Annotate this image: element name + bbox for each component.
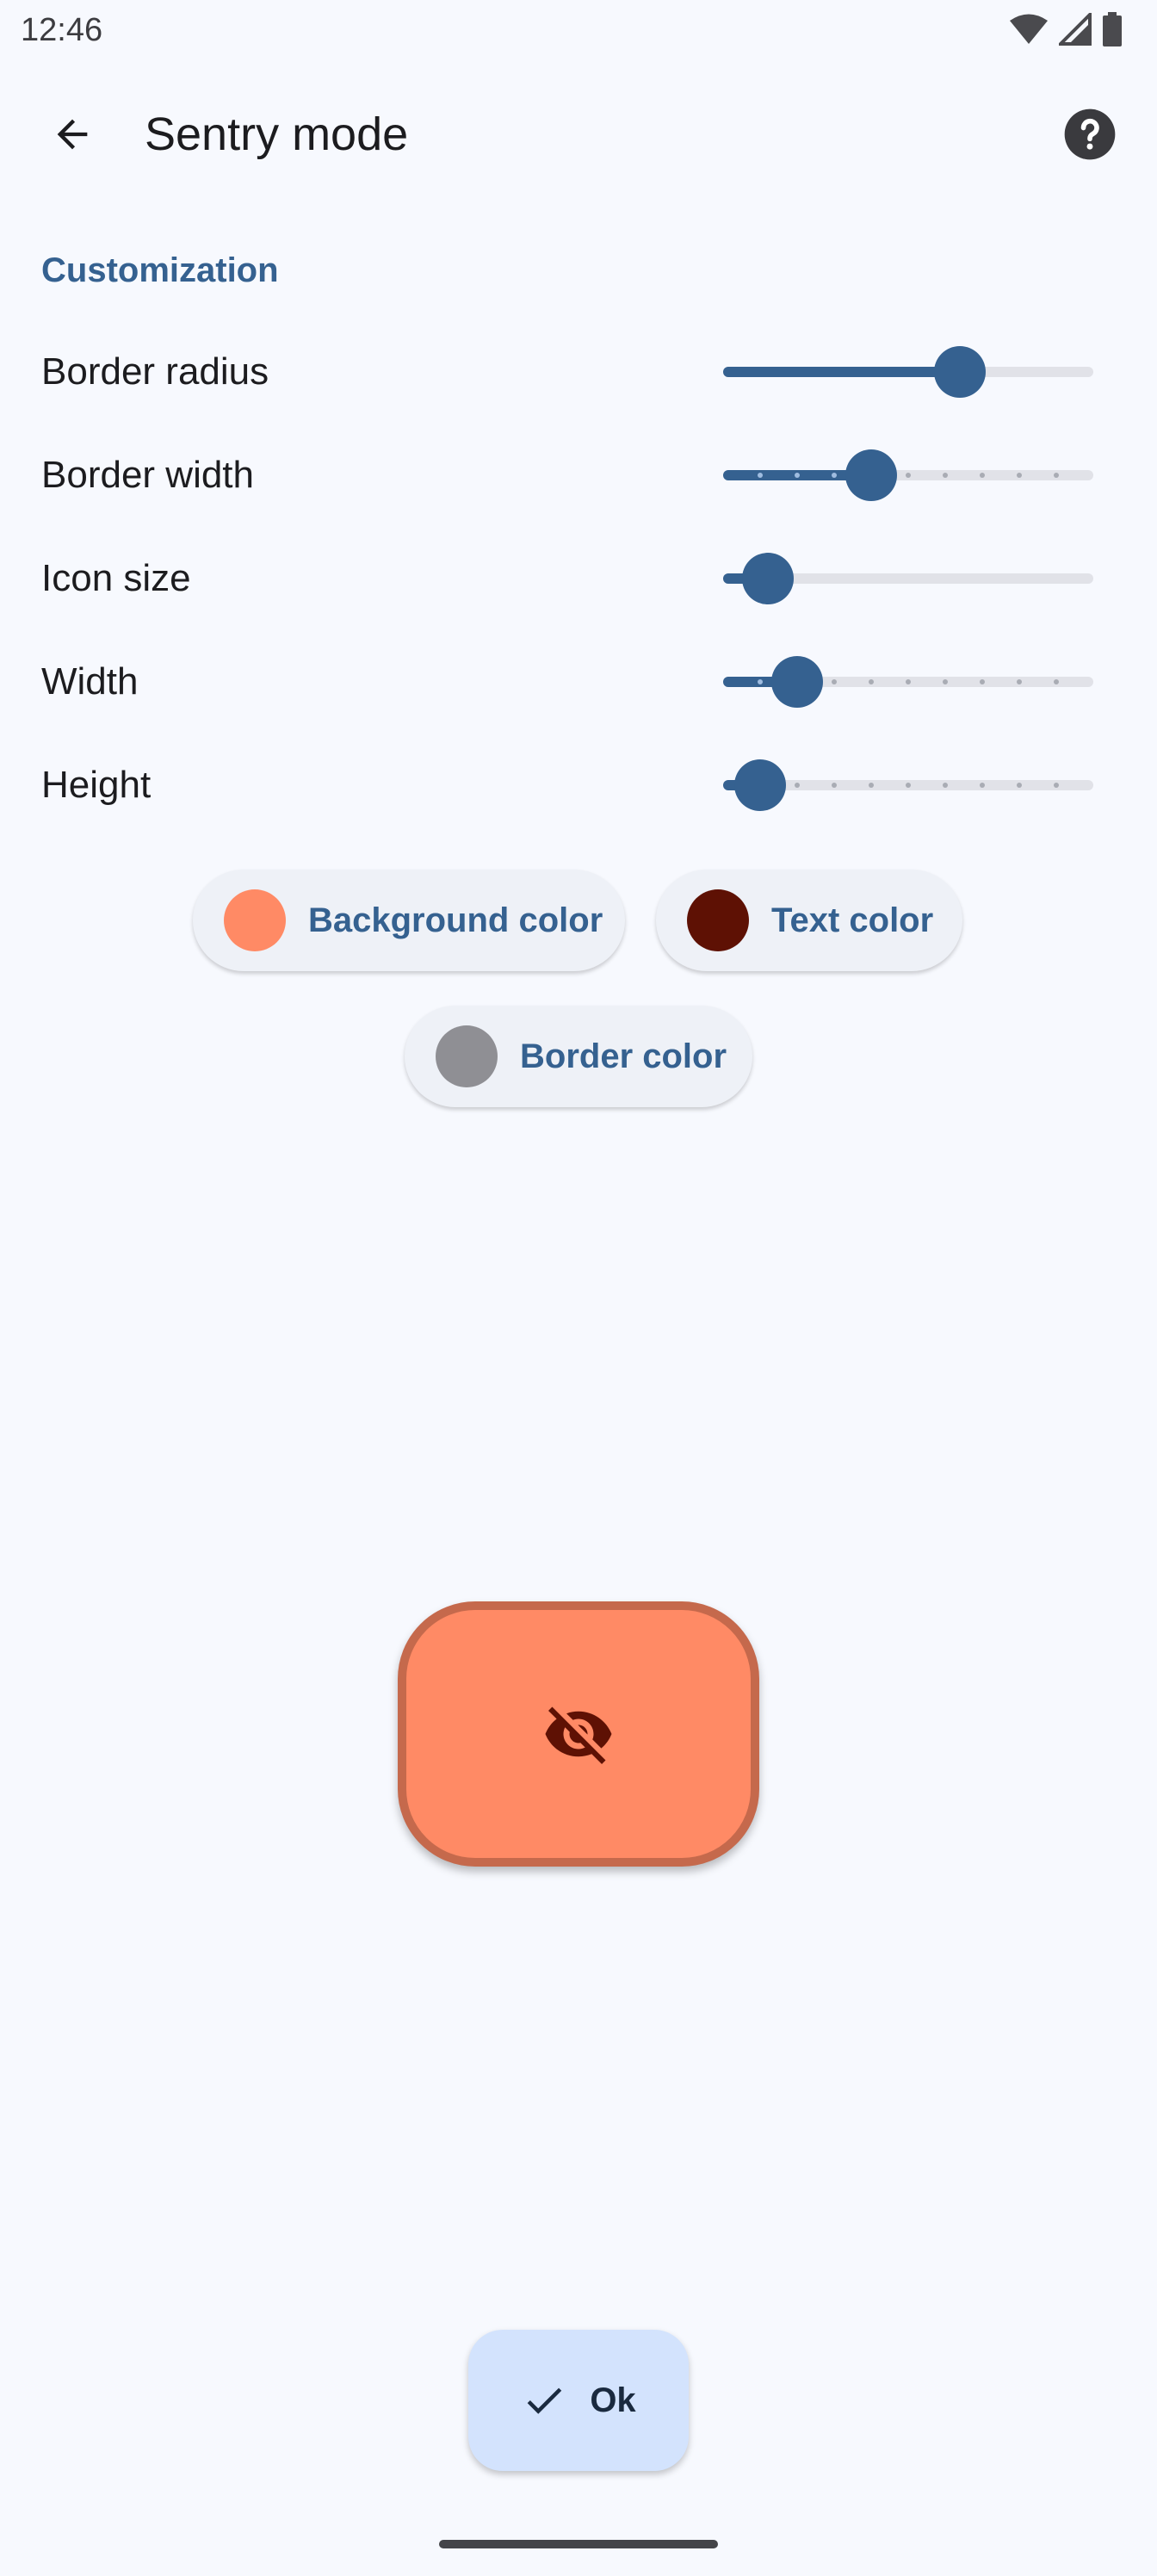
page-title: Sentry mode: [145, 108, 409, 160]
slider-thumb[interactable]: [845, 449, 897, 501]
slider-tick: [906, 679, 911, 684]
slider-thumb[interactable]: [934, 346, 986, 398]
slider-tick: [906, 473, 911, 478]
section-header-customization: Customization: [41, 251, 279, 289]
setting-label: Width: [41, 660, 139, 703]
slider-tick: [1017, 679, 1022, 684]
slider-thumb[interactable]: [742, 553, 794, 604]
setting-label: Border width: [41, 454, 255, 496]
slider-tick: [869, 679, 874, 684]
slider-tick: [1017, 473, 1022, 478]
width-slider[interactable]: [723, 630, 1093, 734]
setting-label: Height: [41, 764, 152, 806]
slider-tick: [758, 473, 763, 478]
background-color-chip[interactable]: Background color: [193, 870, 625, 971]
wifi-icon: [1010, 14, 1048, 44]
slider-thumb[interactable]: [771, 656, 823, 708]
text-color-swatch: [687, 889, 749, 951]
setting-row-width: Width: [0, 630, 1157, 734]
arrow-back-icon: [57, 119, 88, 150]
setting-label: Icon size: [41, 557, 191, 599]
slider-tick: [980, 783, 985, 788]
cellular-signal-icon: [1059, 13, 1092, 46]
setting-label: Border radius: [41, 350, 269, 393]
slider-tick: [832, 783, 837, 788]
visibility-off-icon: [545, 1706, 612, 1764]
chip-label: Background color: [308, 901, 603, 939]
help-button[interactable]: [1057, 102, 1123, 167]
slider-tick: [1054, 783, 1059, 788]
text-color-chip[interactable]: Text color: [656, 870, 962, 971]
screen: 12:46 Sentry mode Customization Border r…: [0, 0, 1157, 2576]
home-indicator[interactable]: [439, 2540, 718, 2548]
slider-tick: [943, 473, 948, 478]
slider-tick: [1054, 473, 1059, 478]
battery-icon: [1103, 12, 1122, 46]
slider-active-track: [723, 367, 960, 377]
slider-tick: [832, 473, 837, 478]
background-color-swatch: [224, 889, 286, 951]
slider-tick: [869, 783, 874, 788]
icon-size-slider[interactable]: [723, 527, 1093, 630]
ok-button-label: Ok: [590, 2381, 636, 2419]
border-color-chip[interactable]: Border color: [405, 1006, 752, 1107]
border-width-slider[interactable]: [723, 424, 1093, 527]
border-color-swatch: [436, 1025, 498, 1087]
border-radius-slider[interactable]: [723, 320, 1093, 424]
height-slider[interactable]: [723, 734, 1093, 837]
sentry-preview-button[interactable]: [398, 1601, 759, 1867]
chip-label: Text color: [771, 901, 934, 939]
slider-tick: [906, 783, 911, 788]
setting-row-border-width: Border width: [0, 424, 1157, 527]
status-time: 12:46: [21, 12, 103, 48]
check-icon: [527, 2387, 562, 2414]
slider-tick: [795, 473, 800, 478]
slider-tick: [832, 679, 837, 684]
slider-tick: [1054, 679, 1059, 684]
slider-tick: [1017, 783, 1022, 788]
status-icons: [1009, 12, 1123, 46]
slider-tick: [758, 679, 763, 684]
slider-tick: [795, 783, 800, 788]
back-button[interactable]: [38, 100, 107, 169]
slider-tick: [943, 783, 948, 788]
setting-row-border-radius: Border radius: [0, 320, 1157, 424]
slider-tick: [980, 679, 985, 684]
setting-row-icon-size: Icon size: [0, 527, 1157, 630]
slider-thumb[interactable]: [734, 759, 786, 811]
help-circle-icon: [1064, 108, 1116, 160]
setting-row-height: Height: [0, 734, 1157, 837]
slider-tick: [980, 473, 985, 478]
ok-button[interactable]: Ok: [468, 2330, 689, 2471]
chip-label: Border color: [520, 1037, 727, 1075]
slider-tick: [943, 679, 948, 684]
